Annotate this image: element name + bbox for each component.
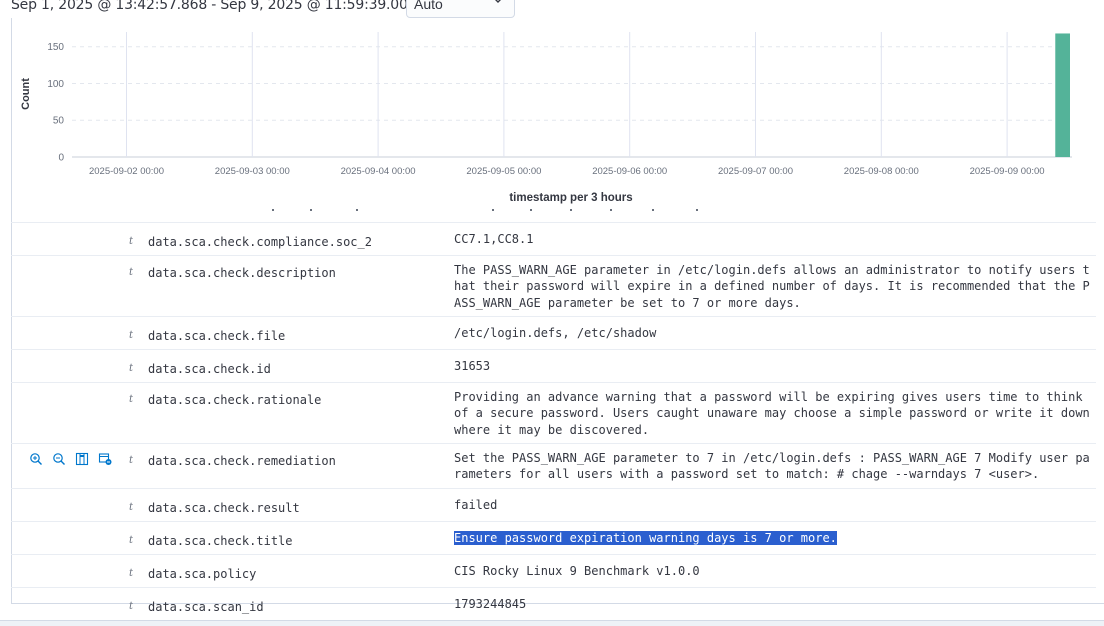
field-name: data.sca.check.description <box>148 266 336 280</box>
y-axis-title: Count <box>20 78 32 110</box>
panel-bottom-edge <box>0 620 1104 626</box>
magnify-minus-icon[interactable] <box>52 452 66 466</box>
field-value: 31653 <box>454 359 491 373</box>
field-name: data.sca.check.result <box>148 501 300 515</box>
x-axis-title: timestamp per 3 hours <box>509 192 632 204</box>
x-tick-label: 2025-09-08 00:00 <box>844 166 919 177</box>
field-value: Providing an advance warning that a pass… <box>454 390 1090 437</box>
table-row[interactable]: t data.sca.check.description The PASS_WARN… <box>11 255 1096 316</box>
histogram-chart: 0 50 100 150 2025-09-02 00:00 2025-09-03 00:0… <box>0 0 1104 210</box>
toggle-column-icon[interactable] <box>75 452 89 466</box>
x-tick-label: 2025-09-07 00:00 <box>718 166 793 177</box>
table-row[interactable]: t data.sca.check.id 31653 <box>11 349 1096 382</box>
filter-exists-icon[interactable] <box>98 452 112 466</box>
field-type-icon: t <box>129 330 134 341</box>
row-actions <box>29 452 112 466</box>
field-type-icon: t <box>129 502 134 513</box>
x-tick-label: 2025-09-02 00:00 <box>89 166 164 177</box>
table-row[interactable]: t data.sca.check.rationale Providing an ad… <box>11 382 1096 443</box>
table-row[interactable]: t data.sca.check.result failed <box>11 488 1096 521</box>
field-type-icon: t <box>129 363 134 374</box>
field-value: /etc/login.defs, /etc/shadow <box>454 326 657 340</box>
histogram-svg: 0 50 100 150 2025-09-02 00:00 2025-09-03 00:0… <box>20 32 1072 204</box>
field-name: data.sca.check.compliance.soc_2 <box>148 235 372 249</box>
field-value: Ensure password expiration warning days … <box>454 530 1090 546</box>
table-row[interactable]: t data.sca.check.compliance.soc_2 CC7.1,CC… <box>11 222 1096 255</box>
field-value: The PASS_WARN_AGE parameter in /etc/logi… <box>454 263 1090 310</box>
table-row[interactable]: t data.sca.scan_id 1793244845 <box>11 587 1096 614</box>
magnify-plus-icon[interactable] <box>29 452 43 466</box>
table-row[interactable]: t data.sca.policy CIS Rocky Linux 9 Benchm… <box>11 554 1096 587</box>
field-type-icon: t <box>129 236 134 247</box>
histogram-bar <box>1055 33 1070 157</box>
field-name: data.sca.check.rationale <box>148 393 322 407</box>
y-tick-label: 50 <box>53 116 65 127</box>
document-fields-table: t data.sca.check.compliance.soc_2 CC7.1,CC… <box>11 222 1096 614</box>
selected-text: Ensure password expiration warning days … <box>454 531 837 545</box>
field-type-icon: t <box>129 394 134 405</box>
table-row[interactable]: t data.sca.check.file/etc/login.defs, /et… <box>11 316 1096 349</box>
y-tick-label: 150 <box>47 42 64 53</box>
field-name: data.sca.check.remediation <box>148 454 336 468</box>
x-tick-label: 2025-09-09 00:00 <box>970 166 1045 177</box>
field-type-icon: t <box>129 535 134 546</box>
field-name: data.sca.check.id <box>148 362 271 376</box>
field-value: Set the PASS_WARN_AGE parameter to 7 in … <box>454 451 1090 482</box>
field-type-icon: t <box>129 455 134 466</box>
x-tick-label: 2025-09-03 00:00 <box>215 166 290 177</box>
table-row[interactable]: t data.sca.check.remediation Set the PASS_… <box>11 443 1096 488</box>
x-tick-label: 2025-09-05 00:00 <box>466 166 541 177</box>
field-value: failed <box>454 498 498 512</box>
field-name: data.sca.check.title <box>148 534 293 548</box>
field-value: 1793244845 <box>454 597 527 611</box>
field-type-icon: t <box>129 601 134 612</box>
field-value: CC7.1,CC8.1 <box>454 232 534 246</box>
field-type-icon: t <box>129 568 134 579</box>
field-name: data.sca.check.file <box>148 329 286 343</box>
table-row[interactable]: t data.sca.check.title Ensure password exp… <box>11 521 1096 554</box>
x-tick-label: 2025-09-04 00:00 <box>341 166 416 177</box>
clipped-row-remnant <box>272 209 698 211</box>
field-type-icon: t <box>129 267 134 278</box>
x-tick-label: 2025-09-06 00:00 <box>592 166 667 177</box>
field-name: data.sca.policy <box>148 567 257 581</box>
y-tick-label: 100 <box>47 79 64 90</box>
y-tick-label: 0 <box>58 153 64 164</box>
field-name: data.sca.scan_id <box>148 600 264 614</box>
field-value: CIS Rocky Linux 9 Benchmark v1.0.0 <box>454 564 700 578</box>
